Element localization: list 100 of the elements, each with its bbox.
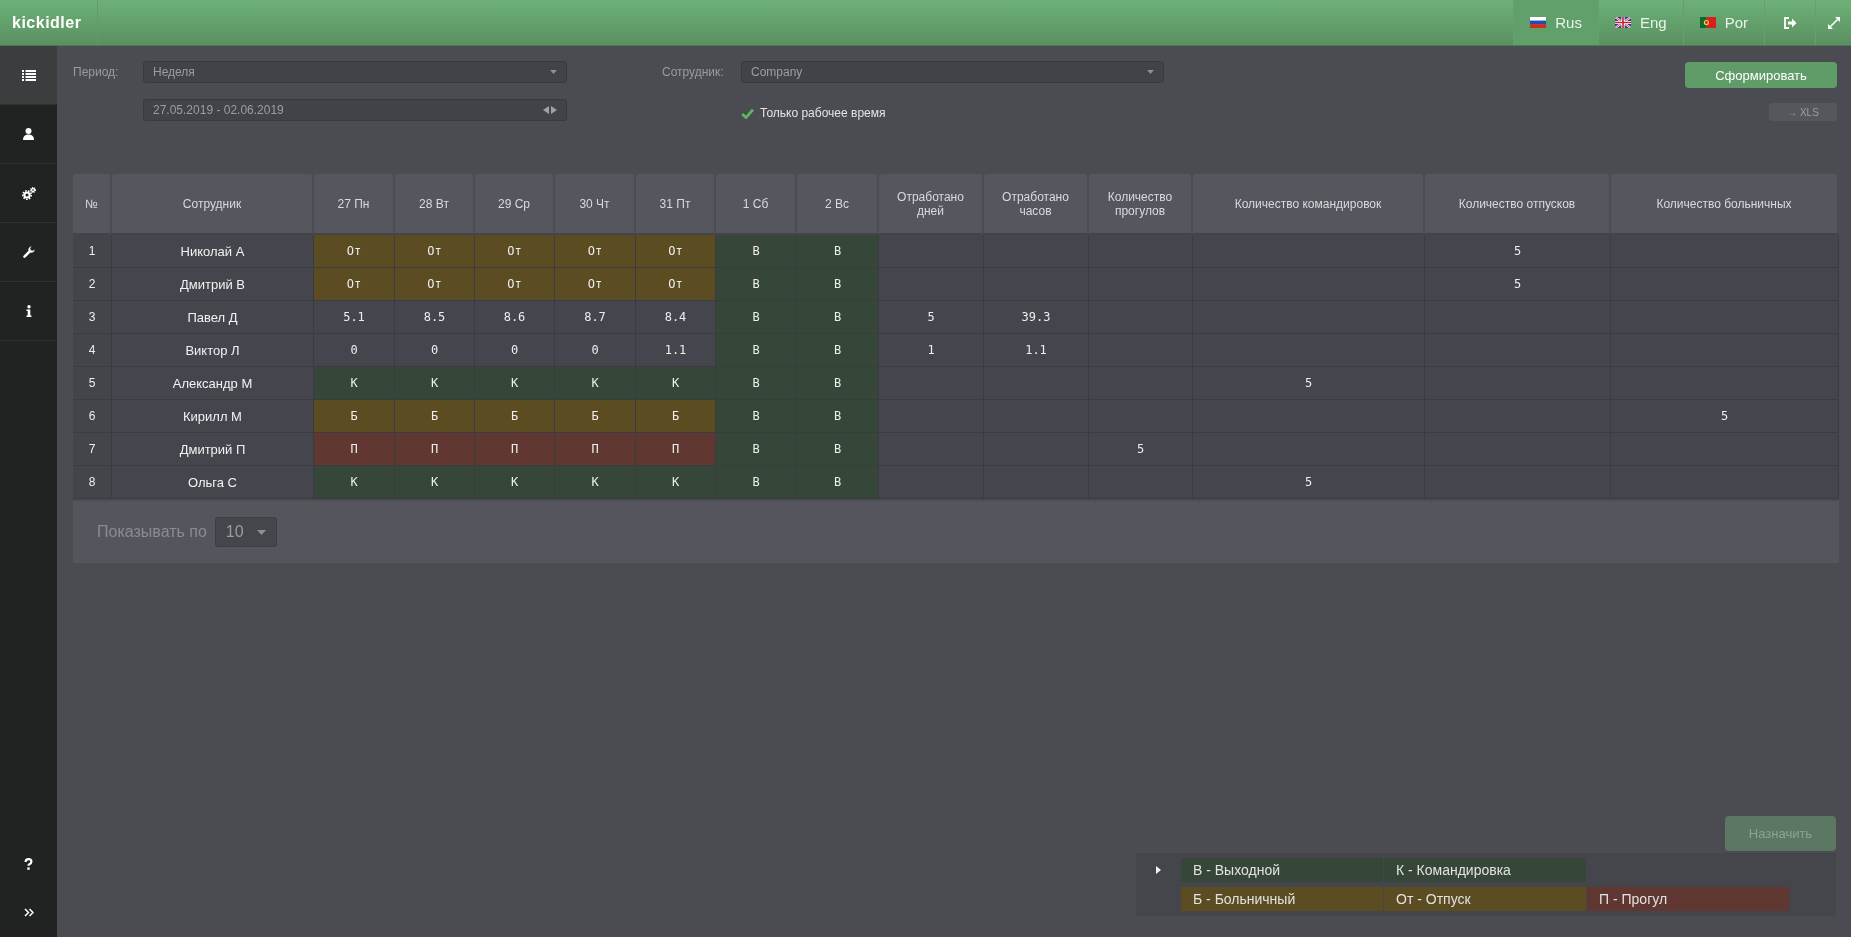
export-button[interactable]: → XLS (1769, 103, 1837, 121)
day-cell: От (636, 235, 716, 268)
table-cell: 5 (1193, 466, 1425, 499)
day-cell: В (797, 301, 879, 334)
employee-select[interactable]: Company (741, 61, 1164, 83)
help-icon (24, 857, 33, 870)
day-cell: 8.4 (636, 301, 716, 334)
day-cell: 0 (395, 334, 475, 367)
user-icon (23, 128, 34, 140)
column-header: № (73, 174, 112, 235)
day-cell: К (555, 466, 636, 499)
column-header: 31 Пт (636, 174, 716, 235)
sidebar-item[interactable] (0, 46, 57, 105)
legend-item: К - Командировка (1384, 858, 1586, 882)
day-cell: П (636, 433, 716, 466)
day-cell: Б (636, 400, 716, 433)
day-cell: П (314, 433, 395, 466)
column-header: 27 Пн (314, 174, 395, 235)
day-cell: Б (314, 400, 395, 433)
table-cell: 5 (1425, 268, 1611, 301)
day-cell: От (555, 268, 636, 301)
day-cell: 8.7 (555, 301, 636, 334)
column-header: Количество прогулов (1089, 174, 1193, 235)
day-cell: В (716, 268, 797, 301)
row-number: 5 (73, 367, 112, 400)
language-button[interactable]: Eng (1597, 0, 1683, 45)
logout-icon (1783, 16, 1797, 29)
day-cell: В (716, 235, 797, 268)
wrench-icon (22, 246, 35, 258)
portuguese-flag-icon (1699, 17, 1716, 28)
row-number: 3 (73, 301, 112, 334)
day-cell: 1.1 (636, 334, 716, 367)
day-cell: К (475, 367, 555, 400)
arrow-right-icon[interactable] (551, 106, 557, 114)
day-cell: К (475, 466, 555, 499)
day-cell: К (636, 466, 716, 499)
day-cell: От (395, 268, 475, 301)
working-time-checkbox[interactable]: Только рабочее время (741, 106, 886, 120)
day-cell: Б (395, 400, 475, 433)
row-number: 2 (73, 268, 112, 301)
arrow-left-icon[interactable] (543, 106, 549, 114)
column-header: 29 Ср (475, 174, 555, 235)
language-button[interactable]: Rus (1513, 0, 1598, 45)
day-cell: 0 (475, 334, 555, 367)
employee-name: Александр М (112, 367, 314, 400)
column-header: Количество командировок (1193, 174, 1425, 235)
employee-name: Кирилл М (112, 400, 314, 433)
double-chevron-icon (23, 908, 34, 917)
table-cell: 39.3 (984, 301, 1089, 334)
day-cell: В (797, 334, 879, 367)
table-cell: 5 (1089, 433, 1193, 466)
row-number: 4 (73, 334, 112, 367)
day-cell: От (475, 268, 555, 301)
table-cell: 5 (1193, 367, 1425, 400)
employee-name: Дмитрий П (112, 433, 314, 466)
period-select[interactable]: Неделя (143, 61, 567, 83)
date-range-field[interactable]: 27.05.2019 - 02.06.2019 (143, 99, 567, 121)
employee-name: Дмитрий В (112, 268, 314, 301)
day-cell: В (716, 400, 797, 433)
employee-name: Виктор Л (112, 334, 314, 367)
row-number: 1 (73, 235, 112, 268)
caret-icon (1147, 70, 1154, 74)
day-cell: В (716, 301, 797, 334)
day-cell: В (797, 268, 879, 301)
table-cell: 5 (879, 301, 984, 334)
day-cell: От (475, 235, 555, 268)
list-icon (21, 69, 36, 81)
day-cell: К (395, 466, 475, 499)
day-cell: От (636, 268, 716, 301)
day-cell: 0 (555, 334, 636, 367)
page-size-select[interactable]: 10 (214, 517, 277, 547)
day-cell: От (395, 235, 475, 268)
column-header: Отработано дней (879, 174, 984, 235)
day-cell: В (797, 235, 879, 268)
day-cell: К (314, 367, 395, 400)
day-cell: К (555, 367, 636, 400)
employee-label: Сотрудник: (662, 64, 724, 79)
day-cell: В (716, 334, 797, 367)
caret-icon (550, 70, 557, 74)
legend-item: Б - Больничный (1181, 887, 1383, 911)
day-cell: Б (555, 400, 636, 433)
row-number: 7 (73, 433, 112, 466)
generate-button[interactable]: Сформировать (1685, 62, 1837, 88)
language-button[interactable]: Por (1682, 0, 1764, 45)
day-cell: В (716, 433, 797, 466)
day-cell: В (797, 466, 879, 499)
british-flag-icon (1614, 17, 1631, 28)
day-cell: П (395, 433, 475, 466)
legend-item: От - Отпуск (1384, 887, 1586, 911)
day-cell: В (797, 400, 879, 433)
row-number: 8 (73, 466, 112, 499)
day-cell: От (314, 235, 395, 268)
table-cell: 5 (1425, 235, 1611, 268)
period-label: Период: (73, 64, 119, 79)
column-header: Количество больничных (1611, 174, 1839, 235)
caret-icon[interactable] (1155, 866, 1161, 874)
day-cell: К (636, 367, 716, 400)
info-icon (25, 305, 32, 317)
day-cell: П (475, 433, 555, 466)
russian-flag-icon (1530, 17, 1547, 28)
